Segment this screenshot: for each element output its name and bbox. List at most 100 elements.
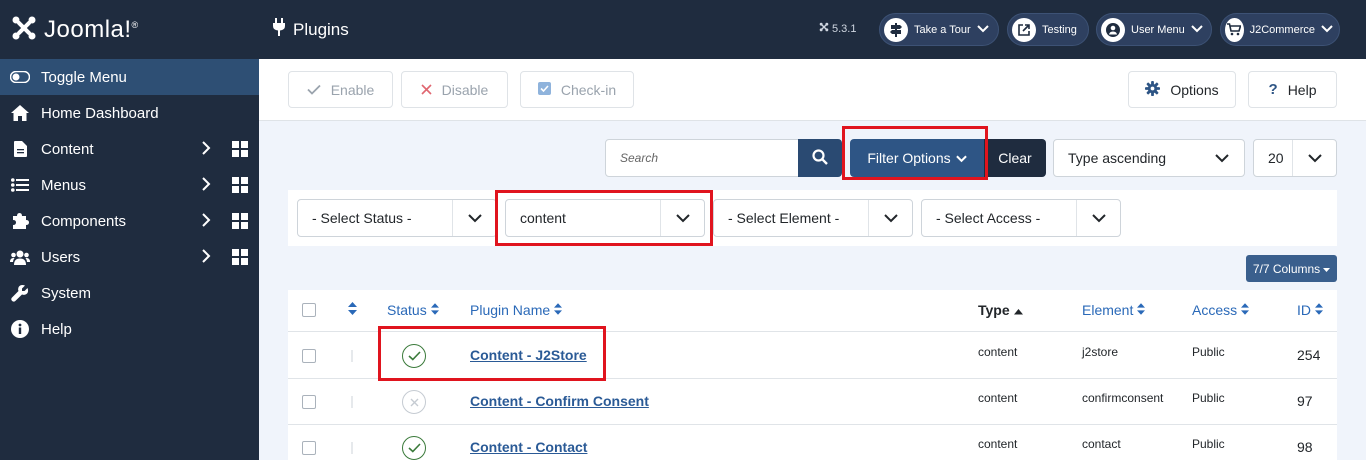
- th-status[interactable]: Status: [387, 302, 439, 318]
- table-header: Status Plugin Name Type Element Access I…: [288, 290, 1337, 332]
- th-element[interactable]: Element: [1082, 302, 1146, 318]
- sidebar-item-label: Users: [41, 248, 81, 266]
- th-id-label: ID: [1297, 302, 1311, 318]
- status-filter-select[interactable]: - Select Status -: [297, 199, 497, 237]
- filter-options-label: Filter Options: [867, 150, 951, 166]
- chevron-right-icon[interactable]: [201, 140, 211, 160]
- user-menu-button[interactable]: User Menu: [1096, 13, 1212, 46]
- th-access[interactable]: Access: [1192, 302, 1250, 318]
- sidebar-item-toggle-menu[interactable]: Toggle Menu: [0, 59, 259, 95]
- status-filter-value: - Select Status -: [312, 210, 412, 226]
- columns-button[interactable]: 7/7 Columns: [1246, 255, 1337, 282]
- status-disabled-icon[interactable]: [402, 390, 426, 414]
- th-status-label: Status: [387, 302, 427, 318]
- toolbar: Enable Disable Check-in Options ? Help: [259, 59, 1366, 121]
- sidebar-item-users[interactable]: Users: [0, 239, 259, 275]
- sort-icon: [1315, 302, 1323, 318]
- access-filter-select[interactable]: - Select Access -: [921, 199, 1121, 237]
- dashboard-grid-icon[interactable]: [232, 141, 248, 161]
- testing-site-button[interactable]: Testing: [1007, 13, 1089, 46]
- help-label: Help: [1287, 81, 1317, 98]
- chevron-down-icon: [1076, 200, 1120, 236]
- dashboard-grid-icon[interactable]: [232, 249, 248, 269]
- checkin-button[interactable]: Check-in: [520, 71, 634, 108]
- options-button[interactable]: Options: [1128, 71, 1236, 108]
- row-checkbox[interactable]: [302, 441, 316, 455]
- search-input[interactable]: Search: [605, 139, 799, 177]
- checkin-label: Check-in: [560, 81, 617, 98]
- status-enabled-icon[interactable]: [402, 344, 426, 368]
- chevron-down-icon: [955, 150, 967, 166]
- cell-access: Public: [1192, 345, 1225, 359]
- search-placeholder: Search: [620, 151, 659, 165]
- take-a-tour-button[interactable]: Take a Tour: [879, 13, 999, 46]
- disable-button[interactable]: Disable: [401, 71, 508, 108]
- sort-icon: [1137, 302, 1146, 318]
- toggle-icon: [10, 67, 30, 87]
- dashboard-grid-icon[interactable]: [232, 213, 248, 233]
- page-title-text: Plugins: [293, 19, 349, 39]
- sidebar-item-menus[interactable]: Menus: [0, 167, 259, 203]
- cell-element: confirmconsent: [1082, 391, 1164, 405]
- chevron-down-icon: [452, 200, 496, 236]
- cell-access: Public: [1192, 437, 1225, 451]
- drag-handle[interactable]: [351, 442, 353, 454]
- chevron-right-icon[interactable]: [201, 176, 211, 196]
- cell-type: content: [978, 437, 1018, 451]
- status-enabled-icon[interactable]: [402, 436, 426, 460]
- cell-id: 254: [1297, 347, 1321, 363]
- version-badge: 5.3.1: [819, 22, 856, 35]
- chevron-down-icon: [1321, 24, 1333, 36]
- sidebar-item-label: Menus: [41, 176, 87, 194]
- sort-select-value: Type ascending: [1068, 150, 1167, 166]
- filter-options-button[interactable]: Filter Options: [850, 139, 984, 177]
- chevron-down-icon: [976, 24, 989, 36]
- plugin-name-link[interactable]: Content - Confirm Consent: [470, 393, 649, 409]
- th-plugin-name[interactable]: Plugin Name: [470, 302, 563, 318]
- dashboard-grid-icon[interactable]: [232, 177, 248, 197]
- enable-button[interactable]: Enable: [288, 71, 393, 108]
- sidebar-item-home-dashboard[interactable]: Home Dashboard: [0, 95, 259, 131]
- home-icon: [10, 103, 30, 123]
- row-checkbox[interactable]: [302, 395, 316, 409]
- sort-select[interactable]: Type ascending: [1053, 139, 1245, 177]
- search-button[interactable]: [798, 139, 842, 177]
- drag-handle[interactable]: [351, 350, 353, 362]
- header: Plugins 5.3.1 Take a Tour Testing User M…: [259, 0, 1366, 59]
- cell-access: Public: [1192, 391, 1225, 405]
- sort-icon: [430, 302, 439, 318]
- cell-id: 97: [1297, 393, 1313, 409]
- chevron-right-icon[interactable]: [201, 248, 211, 268]
- sidebar-item-content[interactable]: Content: [0, 131, 259, 167]
- sort-icon: [554, 302, 563, 318]
- chevron-down-icon: [660, 200, 704, 236]
- cell-element: contact: [1082, 437, 1121, 451]
- row-checkbox[interactable]: [302, 349, 316, 363]
- table-row: Content - Confirm Consent content confir…: [288, 379, 1337, 425]
- cell-id: 98: [1297, 439, 1313, 455]
- element-filter-select[interactable]: - Select Element -: [713, 199, 913, 237]
- th-id[interactable]: ID: [1297, 302, 1323, 318]
- search-icon: [812, 148, 828, 168]
- select-all-checkbox[interactable]: [302, 303, 316, 317]
- th-type[interactable]: Type: [978, 302, 1023, 318]
- j2commerce-button[interactable]: J2Commerce: [1220, 13, 1340, 46]
- limit-select[interactable]: 20: [1253, 139, 1337, 177]
- plugin-name-link[interactable]: Content - Contact: [470, 439, 587, 455]
- brand-name: Joomla!®: [44, 15, 139, 43]
- times-icon: [421, 82, 432, 98]
- drag-handle[interactable]: [351, 396, 353, 408]
- ordering-sort-icon[interactable]: [348, 302, 357, 315]
- plugins-table: Status Plugin Name Type Element Access I…: [288, 290, 1337, 460]
- user-menu-label: User Menu: [1131, 23, 1185, 36]
- brand[interactable]: Joomla!®: [0, 0, 259, 59]
- sidebar-item-system[interactable]: System: [0, 275, 259, 311]
- help-button[interactable]: ? Help: [1248, 71, 1337, 108]
- sidebar-item-help[interactable]: Help: [0, 311, 259, 347]
- sidebar-item-components[interactable]: Components: [0, 203, 259, 239]
- plugin-name-link[interactable]: Content - J2Store: [470, 347, 587, 363]
- folder-filter-select[interactable]: content: [505, 199, 705, 237]
- clear-button[interactable]: Clear: [984, 139, 1046, 177]
- th-element-label: Element: [1082, 302, 1134, 318]
- chevron-right-icon[interactable]: [201, 212, 211, 232]
